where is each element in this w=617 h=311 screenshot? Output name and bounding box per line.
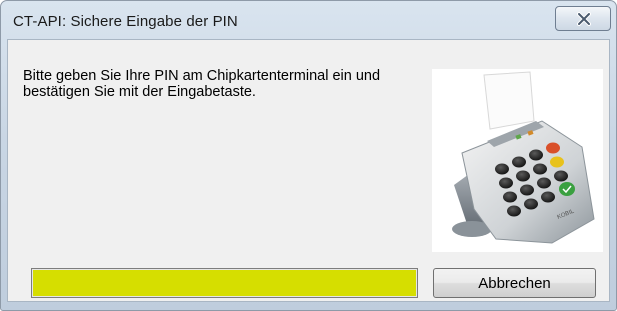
dialog-body: Bitte geben Sie Ihre PIN am Chipkartente… — [7, 39, 610, 302]
close-icon — [577, 12, 591, 26]
card-terminal-illustration: KOBIL — [452, 71, 595, 244]
cancel-button[interactable]: Abbrechen — [433, 268, 596, 298]
dialog-window: CT-API: Sichere Eingabe der PIN Bitte ge… — [0, 0, 617, 311]
close-button[interactable] — [555, 6, 611, 31]
instruction-text: Bitte geben Sie Ihre PIN am Chipkartente… — [23, 68, 413, 100]
instruction-line-2: bestätigen Sie mit der Eingabetaste. — [23, 84, 256, 100]
progress-fill — [33, 270, 416, 296]
progress-bar — [31, 268, 418, 298]
title-bar[interactable]: CT-API: Sichere Eingabe der PIN — [1, 1, 616, 39]
card-terminal-image: KOBIL — [432, 69, 603, 252]
instruction-line-1: Bitte geben Sie Ihre PIN am Chipkartente… — [23, 68, 381, 84]
window-title: CT-API: Sichere Eingabe der PIN — [13, 13, 238, 30]
